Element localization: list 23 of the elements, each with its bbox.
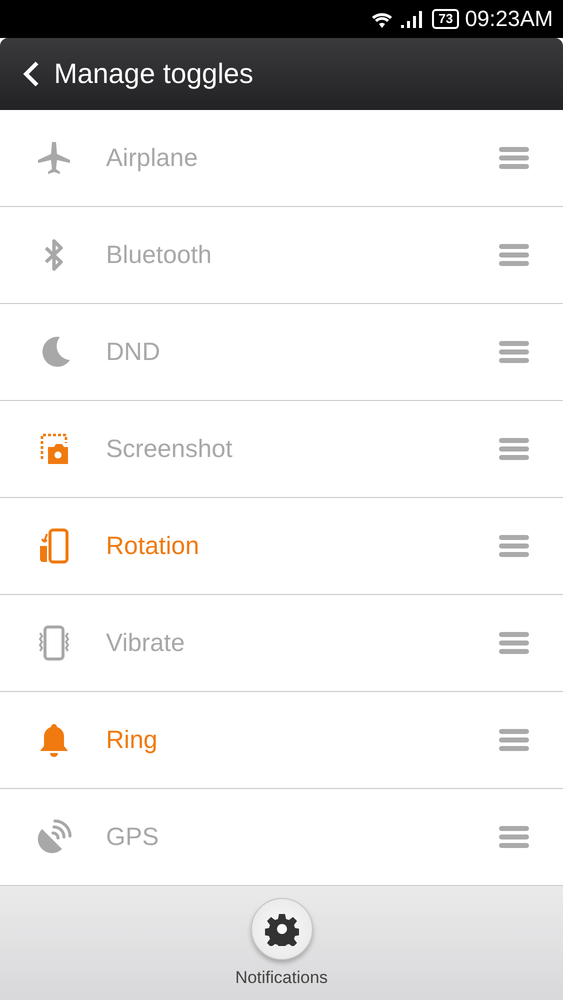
toggle-label: Screenshot xyxy=(106,434,234,464)
toggle-label: GPS xyxy=(106,822,160,852)
drag-handle-icon[interactable] xyxy=(499,437,529,461)
drag-handle-icon[interactable] xyxy=(499,825,529,849)
clock: 09:23AM xyxy=(464,6,553,32)
drag-handle-icon[interactable] xyxy=(499,340,529,364)
settings-caption: Notifications xyxy=(235,968,328,988)
back-icon[interactable] xyxy=(22,60,40,88)
drag-handle-icon[interactable] xyxy=(499,631,529,655)
toggle-label: Bluetooth xyxy=(106,240,213,270)
drag-handle-icon[interactable] xyxy=(499,534,529,558)
toggle-label: DND xyxy=(106,338,162,366)
drag-handle-icon[interactable] xyxy=(499,728,529,752)
settings-icon xyxy=(264,912,298,946)
settings-button[interactable] xyxy=(250,898,312,960)
drag-handle-icon[interactable] xyxy=(499,243,529,267)
screen-title: Manage toggles xyxy=(54,58,254,90)
drag-handle-icon[interactable] xyxy=(499,146,529,170)
toggle-label: Airplane xyxy=(106,144,199,172)
toggle-label: Ring xyxy=(106,726,158,754)
toggle-label: Vibrate xyxy=(106,628,186,658)
toggle-label: Rotation xyxy=(106,532,200,560)
battery-level: 73 xyxy=(432,9,459,29)
